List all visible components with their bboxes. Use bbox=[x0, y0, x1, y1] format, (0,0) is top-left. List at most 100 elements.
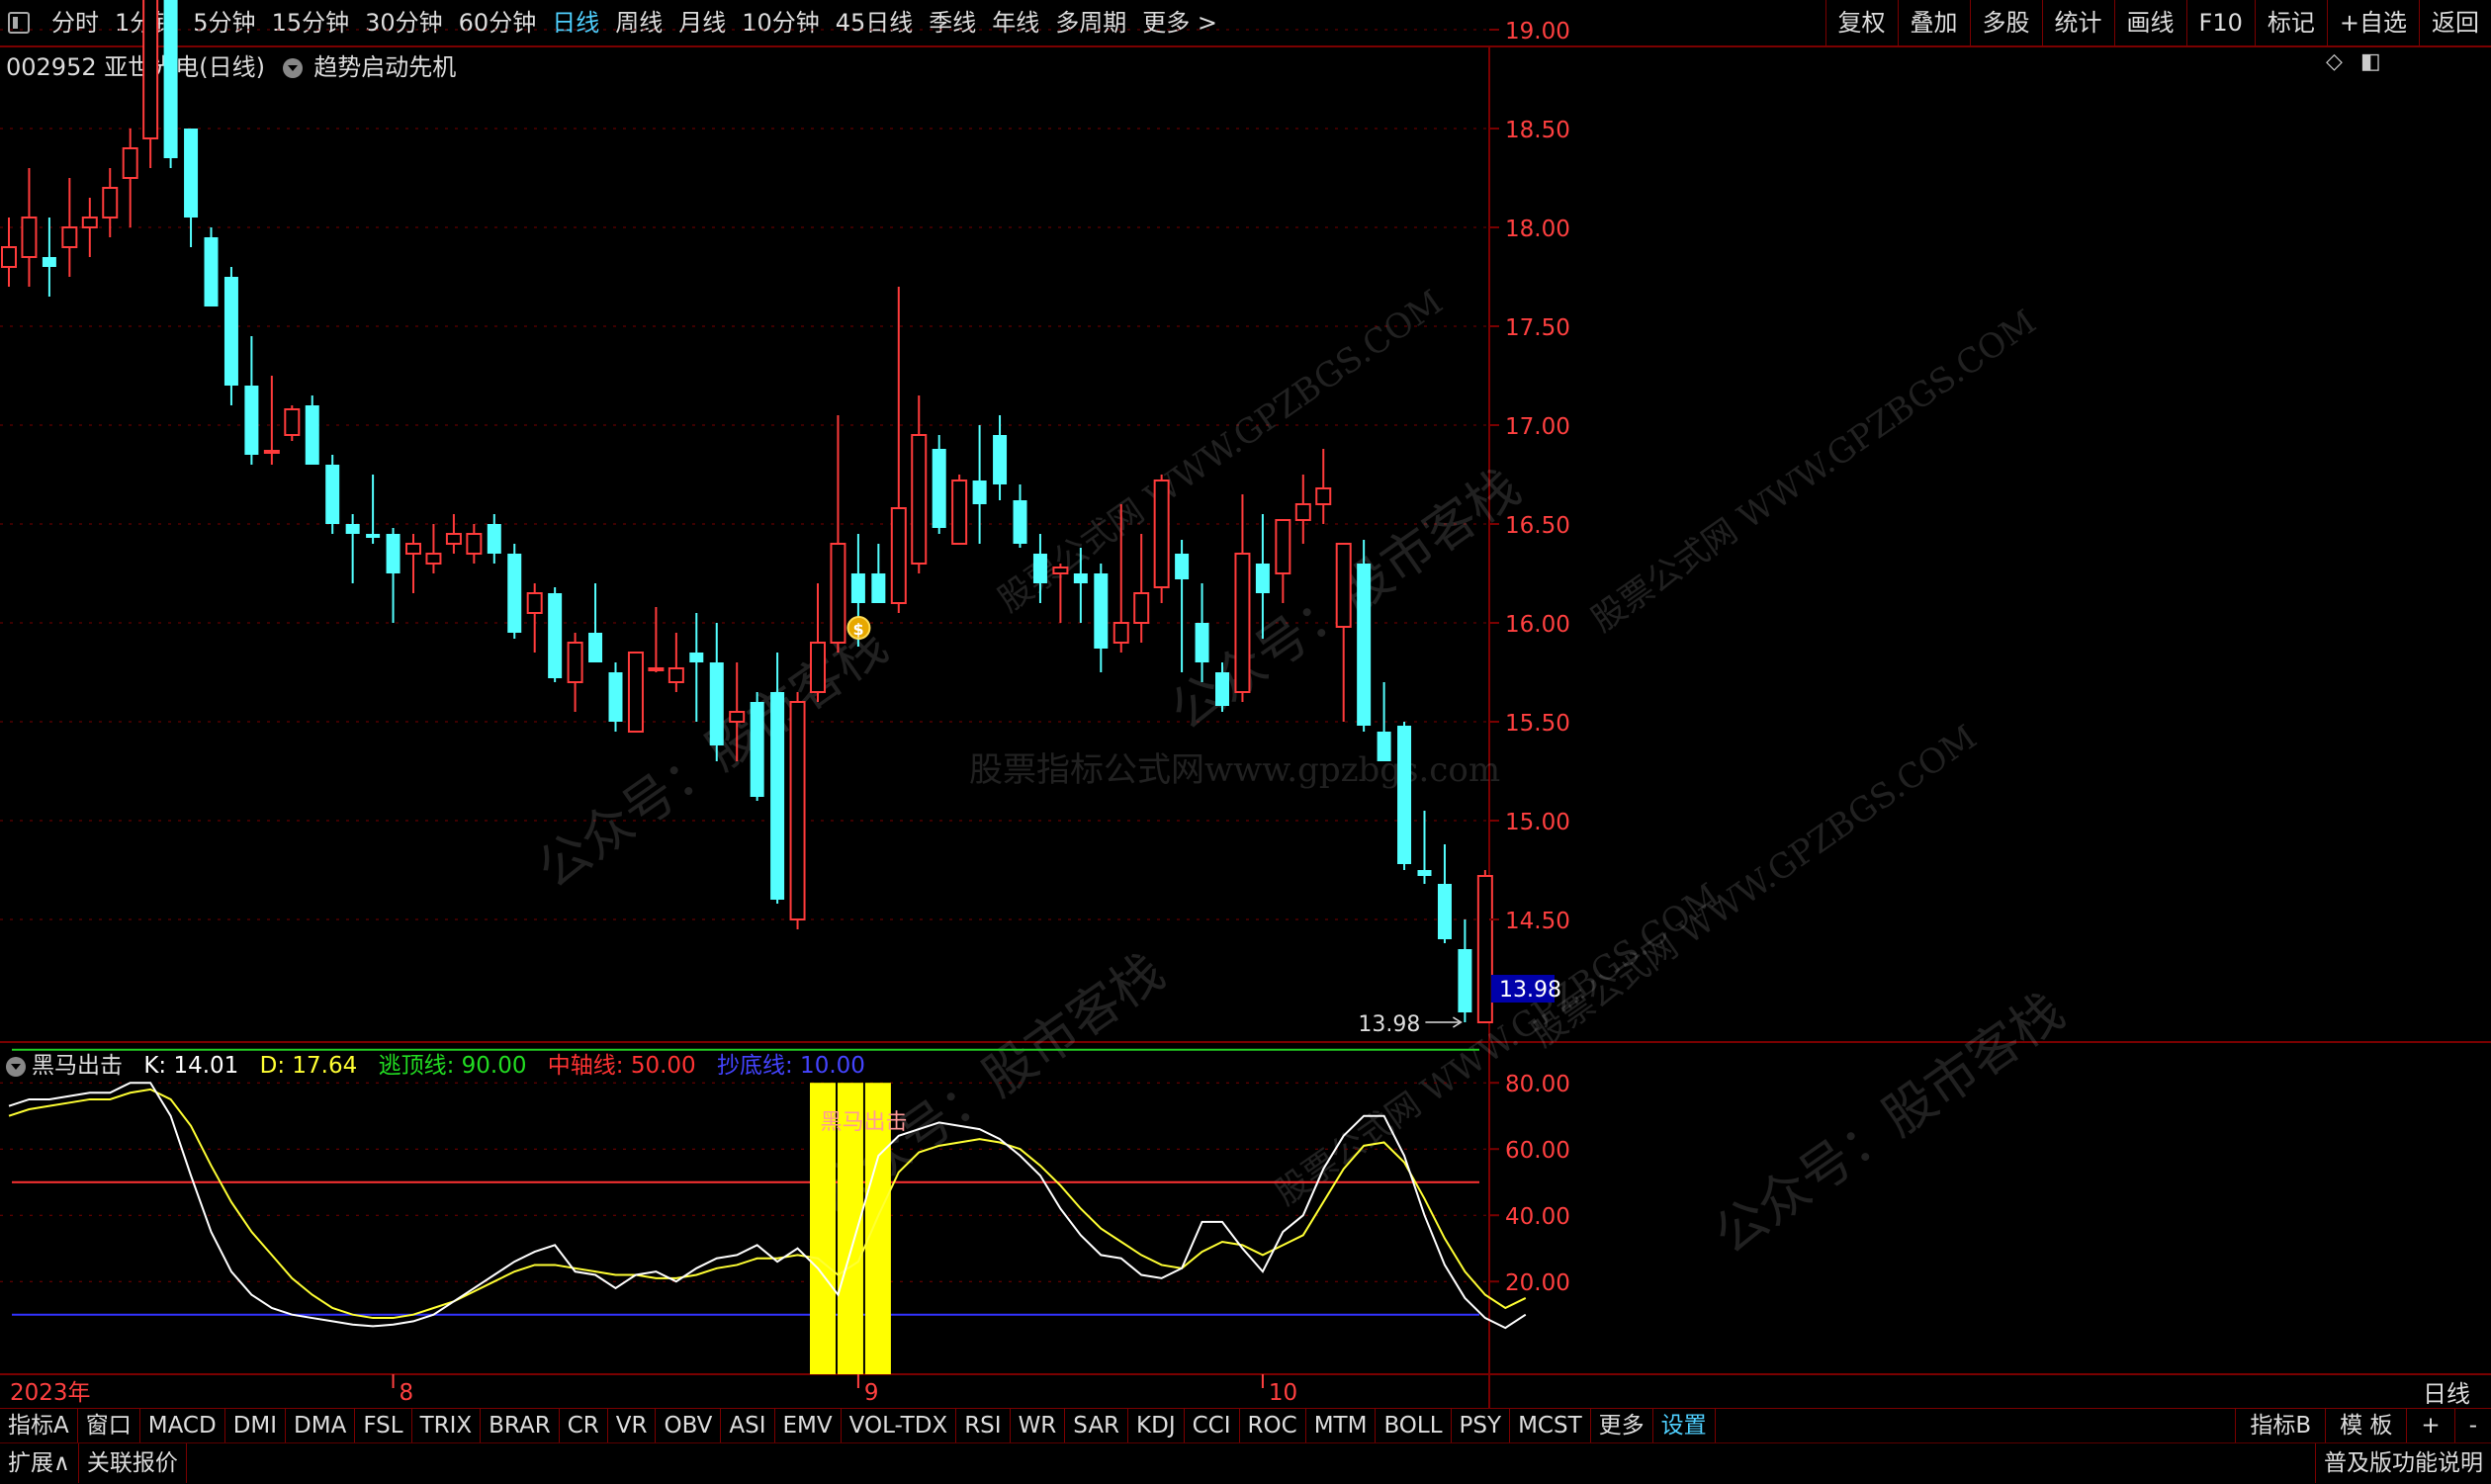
candle-body bbox=[1094, 573, 1109, 649]
candle-body bbox=[81, 217, 98, 228]
candle-68 bbox=[1377, 682, 1391, 761]
tab-right-3[interactable]: - bbox=[2453, 1409, 2491, 1442]
candle-body bbox=[1112, 622, 1129, 644]
candle-71 bbox=[1437, 844, 1452, 943]
tab-2[interactable]: MACD bbox=[140, 1409, 225, 1442]
month-label-0: 8 bbox=[400, 1380, 414, 1406]
candle-body bbox=[386, 534, 400, 573]
sub-tick-label-1: 60.00 bbox=[1505, 1138, 1570, 1164]
candle-45 bbox=[911, 395, 928, 573]
tab-15[interactable]: WR bbox=[1011, 1409, 1066, 1442]
tab-3[interactable]: DMI bbox=[225, 1409, 287, 1442]
candle-body bbox=[122, 147, 138, 179]
tab-7[interactable]: BRAR bbox=[481, 1409, 560, 1442]
candle-body bbox=[1476, 875, 1493, 1023]
tab-right-1[interactable]: 模 板 bbox=[2325, 1409, 2406, 1442]
candle-54 bbox=[1094, 564, 1109, 672]
candle-5 bbox=[102, 168, 119, 237]
chart-area[interactable]: 公众号：股市客栈股票公式网 WWW.GPZBGS.COM公众号：股市客栈股票公式… bbox=[0, 0, 2491, 1408]
candle-33 bbox=[667, 633, 684, 692]
candle-27 bbox=[548, 587, 563, 682]
tab-25[interactable]: 设置 bbox=[1653, 1409, 1716, 1442]
tab-right-0[interactable]: 指标B bbox=[2235, 1409, 2325, 1442]
candle-body bbox=[1073, 573, 1088, 583]
tab-21[interactable]: BOLL bbox=[1376, 1409, 1452, 1442]
tab-14[interactable]: RSI bbox=[956, 1409, 1011, 1442]
tab-24[interactable]: 更多 bbox=[1591, 1409, 1653, 1442]
tab-4[interactable]: DMA bbox=[286, 1409, 356, 1442]
candle-body bbox=[445, 533, 462, 545]
tab-12[interactable]: EMV bbox=[775, 1409, 842, 1442]
candle-39 bbox=[789, 692, 806, 929]
candle-body bbox=[729, 711, 746, 723]
candle-body bbox=[608, 672, 623, 722]
candle-body bbox=[1437, 884, 1452, 939]
candle-body bbox=[102, 187, 119, 218]
tab-22[interactable]: PSY bbox=[1452, 1409, 1511, 1442]
feature-help-link[interactable]: 普及版功能说明 bbox=[2315, 1443, 2491, 1483]
tab-23[interactable]: MCST bbox=[1510, 1409, 1591, 1442]
price-tick-label-6: 16.50 bbox=[1505, 513, 1570, 539]
candle-body bbox=[305, 405, 319, 465]
candle-body bbox=[588, 633, 603, 662]
candle-body bbox=[911, 434, 928, 565]
candle-20 bbox=[405, 534, 421, 593]
status-item-1[interactable]: 关联报价 bbox=[79, 1443, 187, 1483]
price-tick-label-1: 19.00 bbox=[1505, 19, 1570, 44]
price-tick-label-7: 16.00 bbox=[1505, 612, 1570, 638]
candle-body bbox=[932, 449, 946, 528]
candle-47 bbox=[951, 475, 968, 545]
tab-17[interactable]: KDJ bbox=[1128, 1409, 1185, 1442]
candle-9 bbox=[184, 129, 199, 247]
tab-1[interactable]: 窗口 bbox=[78, 1409, 140, 1442]
sub-tick-label-2: 40.00 bbox=[1505, 1204, 1570, 1230]
tab-right-2[interactable]: + bbox=[2406, 1409, 2453, 1442]
tab-9[interactable]: VR bbox=[608, 1409, 657, 1442]
status-item-0[interactable]: 扩展∧ bbox=[0, 1443, 79, 1483]
candle-body bbox=[507, 554, 522, 633]
candle-body bbox=[244, 386, 259, 455]
candle-49 bbox=[993, 415, 1008, 500]
sub-indicator-dropdown-icon[interactable] bbox=[6, 1056, 26, 1077]
candle-30 bbox=[608, 662, 623, 732]
candle-58 bbox=[1175, 540, 1190, 672]
candle-body bbox=[667, 667, 684, 683]
candle-body bbox=[972, 480, 987, 504]
tab-18[interactable]: CCI bbox=[1185, 1409, 1240, 1442]
candle-3 bbox=[61, 178, 78, 277]
candle-body bbox=[1, 246, 17, 268]
tab-0[interactable]: 指标A bbox=[0, 1409, 78, 1442]
tab-13[interactable]: VOL-TDX bbox=[842, 1409, 957, 1442]
sub-indicator-name[interactable]: 黑马出击 bbox=[32, 1053, 123, 1079]
candle-17 bbox=[345, 514, 360, 583]
candle-8 bbox=[163, 0, 178, 168]
price-tick-label-4: 17.50 bbox=[1505, 315, 1570, 341]
signal-label: 黑马出击 bbox=[820, 1110, 907, 1135]
candle-34 bbox=[689, 613, 704, 722]
candle-body bbox=[61, 226, 78, 248]
tab-11[interactable]: ASI bbox=[721, 1409, 775, 1442]
tab-5[interactable]: FSL bbox=[355, 1409, 412, 1442]
candle-body bbox=[1357, 564, 1372, 726]
candle-19 bbox=[386, 528, 400, 623]
tab-19[interactable]: ROC bbox=[1240, 1409, 1306, 1442]
tab-10[interactable]: OBV bbox=[656, 1409, 722, 1442]
tab-16[interactable]: SAR bbox=[1065, 1409, 1129, 1442]
tab-8[interactable]: CR bbox=[560, 1409, 608, 1442]
candle-body bbox=[204, 237, 219, 306]
candle-70 bbox=[1417, 811, 1432, 884]
k-value: K: 14.01 bbox=[143, 1053, 239, 1079]
candle-body bbox=[627, 652, 644, 733]
candle-body bbox=[21, 217, 38, 258]
candle-56 bbox=[1133, 534, 1150, 643]
month-label-2: 10 bbox=[1269, 1380, 1297, 1406]
tab-20[interactable]: MTM bbox=[1306, 1409, 1377, 1442]
watermark-7: 股票公式网 WWW.GPZBGS.COM bbox=[1268, 876, 1727, 1214]
money-signal-glyph: $ bbox=[852, 620, 863, 639]
tab-6[interactable]: TRIX bbox=[412, 1409, 482, 1442]
candle-44 bbox=[890, 287, 907, 613]
candle-52 bbox=[1052, 564, 1069, 623]
candle-73 bbox=[1476, 870, 1493, 1023]
candle-63 bbox=[1275, 519, 1291, 603]
candle-body bbox=[163, 0, 178, 159]
